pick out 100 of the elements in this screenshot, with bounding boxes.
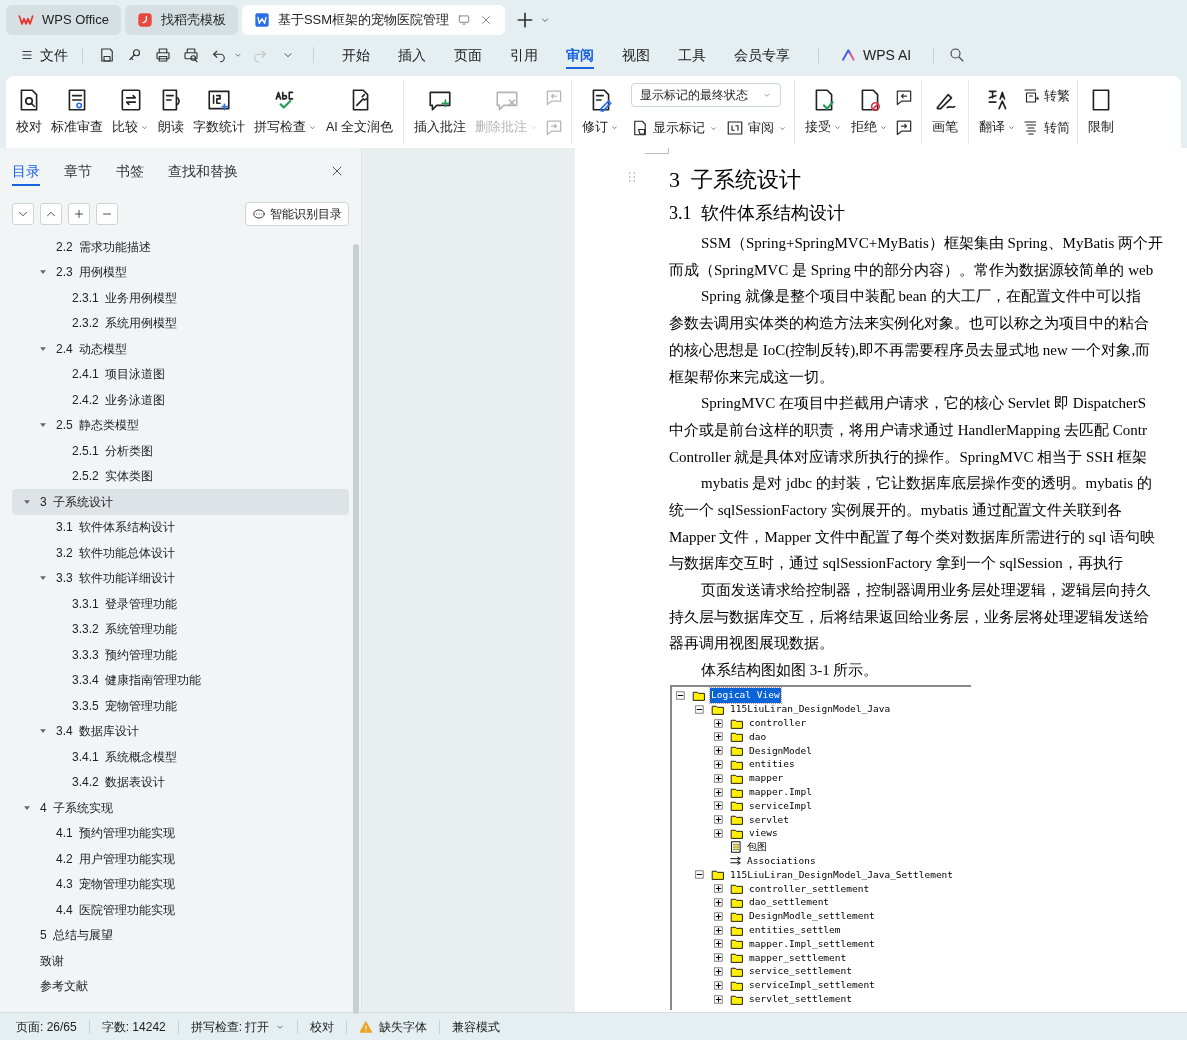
outline-item[interactable]: 2.3 用例模型 [12,259,349,285]
outline-item[interactable]: 2.4.1 项目泳道图 [12,361,349,387]
outline-item[interactable]: 2.4.2 业务泳道图 [12,387,349,413]
markup-dropdown[interactable]: 显示标记的最终状态 [631,83,782,107]
tree-node-label: dao [748,729,768,744]
ribbon-button[interactable]: 接受 [802,76,846,148]
proofread-button[interactable]: 校对 [310,1017,335,1036]
tree-node-label: servlet [748,812,791,827]
outline-item[interactable]: 致谢 [12,948,349,974]
collapse-down-button[interactable] [12,203,34,225]
outline-item[interactable]: 参考文献 [12,973,349,999]
panel-tab[interactable]: 查找和替换 [168,148,238,194]
review-pane-icon [726,119,745,137]
ribbon-button[interactable]: 标准审查 [48,76,106,148]
window-tab[interactable]: 基于SSM框架的宠物医院管理 [241,5,506,35]
outline-item[interactable]: 3.3.1 登录管理功能 [12,591,349,617]
ribbon-button[interactable]: 拼写检查 [251,76,320,148]
ribbon-button[interactable]: 显示标记 [631,115,719,141]
ribbon-button[interactable]: 审阅 [726,115,788,141]
ribbon-tab[interactable]: 插入 [384,38,440,72]
tree-node-label: serviceImpl_settlement [748,978,876,993]
ribbon-tab[interactable]: 工具 [664,38,720,72]
tree-node-label: views [748,826,779,841]
wps-ai-button[interactable]: WPS AI [833,44,920,66]
ribbon-button[interactable]: 转简 [1022,115,1071,141]
ribbon-button[interactable]: 限制 [1085,76,1118,148]
tree-node-label: 115LiuLiran_DesignModel_Java_Settlement [729,867,955,882]
ribbon-tab[interactable]: 引用 [496,38,552,72]
outline-item[interactable]: 5 总结与展望 [12,922,349,948]
folder-icon [729,937,745,951]
tree-node-label: dao_settlement [748,895,831,910]
ribbon-tab[interactable]: 会员专享 [720,38,804,72]
folder-icon [729,827,745,841]
body-text-line: 器再调用视图展现数据。 [669,634,834,654]
outline-item[interactable]: 2.4 动态模型 [12,336,349,362]
outline-item[interactable]: 3.3 软件功能详细设计 [12,565,349,591]
body-text-line: 的核心思想是 IoC(控制反转),即不再需要程序员去显式地 new 一个对象,而 [669,340,1151,360]
tree-node-label: mapper.Impl [748,785,813,800]
outline-item[interactable]: 4 子系统实现 [12,795,349,821]
ribbon-tab[interactable]: 审阅 [552,38,608,72]
outline-item[interactable]: 3.4.1 系统概念模型 [12,744,349,770]
scrollbar-thumb[interactable] [353,244,359,1014]
body-text-line: Spring 就像是整个项目中装配 bean 的大工厂，在配置文件中可以指 [701,287,1141,307]
outline-item[interactable]: 4.3 宠物管理功能实现 [12,871,349,897]
flame-logo-icon [136,12,153,28]
caret-icon [879,123,889,132]
body-text-line: 中介或是前台这样的职责，将用户请求通过 HandlerMapping 去匹配 Contr [669,420,1147,440]
outline-item[interactable]: 4.1 预约管理功能实现 [12,820,349,846]
outline-item[interactable]: 2.2 需求功能描述 [12,234,349,260]
ribbon-button[interactable]: 插入批注 [411,76,470,148]
collapse-up-button[interactable] [40,203,62,225]
outline-item[interactable]: 3.4.2 数据表设计 [12,769,349,795]
window-tab[interactable]: 找稻壳模板 [124,5,238,35]
folder-icon [729,758,745,772]
outline-item[interactable]: 3.1 软件体系结构设计 [12,514,349,540]
outline-item[interactable]: 2.5.2 实体类图 [12,463,349,489]
outline-item[interactable]: 3 子系统设计 [12,489,349,515]
outline-item[interactable]: 3.3.2 系统管理功能 [12,616,349,642]
ribbon-button[interactable]: 画笔 [929,76,962,148]
word-count[interactable]: 字数: 14242 [101,1017,166,1036]
compatibility-mode-label: 兼容模式 [452,1018,501,1036]
ribbon-button[interactable]: 朗读 [155,76,187,148]
window-tab[interactable]: WPS Office [6,5,121,35]
outline-item[interactable]: 4.4 医院管理功能实现 [12,897,349,923]
outline-item[interactable]: 2.5.1 分析类图 [12,438,349,464]
outline-item[interactable]: 3.2 软件功能总体设计 [12,540,349,566]
ribbon-button[interactable]: 翻译 [976,76,1020,148]
ribbon-button[interactable]: 转繁 [1022,83,1071,109]
ribbon-tab[interactable]: 视图 [608,38,664,72]
ribbon-tab[interactable]: 开始 [328,38,384,72]
file-menu-button[interactable]: 文件 [16,44,72,66]
smart-toc-button[interactable]: 智能识别目录 [245,202,349,226]
ribbon-button[interactable]: 比较 [109,76,152,148]
minus-button[interactable] [96,203,118,225]
outline-item[interactable]: 3.4 数据库设计 [12,718,349,744]
warning-icon [359,1019,374,1034]
crop-mark [645,148,669,154]
ribbon-button[interactable]: 字数统计 [190,76,248,148]
panel-tab[interactable]: 章节 [64,148,92,194]
tree-node-label: DesignModle_settlement [748,909,876,924]
outline-item[interactable]: 2.3.1 业务用例模型 [12,285,349,311]
folder-icon [710,868,726,882]
tree-node-label: entities [748,757,796,772]
panel-tab[interactable]: 目录 [12,148,40,194]
spell-check-toggle[interactable]: 拼写检查: 打开 [190,1017,286,1036]
outline-item[interactable]: 4.2 用户管理功能实现 [12,846,349,872]
outline-item[interactable]: 2.3.2 系统用例模型 [12,310,349,336]
ribbon-button[interactable]: 修订 [579,76,623,148]
outline-item[interactable]: 3.3.4 健康指南管理功能 [12,667,349,693]
plus-button[interactable] [68,203,90,225]
body-text-line: 而成（SpringMVC 是 Spring 中的部分内容）。常作为数据源较简单的 web [669,260,1154,280]
panel-tab[interactable]: 书签 [116,148,144,194]
missing-fonts-button[interactable]: 缺失字体 [359,1017,428,1036]
ribbon-tab[interactable]: 页面 [440,38,496,72]
ribbon-button[interactable]: 校对 [13,76,45,148]
outline-item[interactable]: 3.3.5 宠物管理功能 [12,693,349,719]
outline-item[interactable]: 3.3.3 预约管理功能 [12,642,349,668]
ribbon-button[interactable]: AI 全文润色 [323,76,397,148]
outline-item[interactable]: 2.5 静态类模型 [12,412,349,438]
ribbon-button[interactable]: 拒绝 [848,76,892,148]
